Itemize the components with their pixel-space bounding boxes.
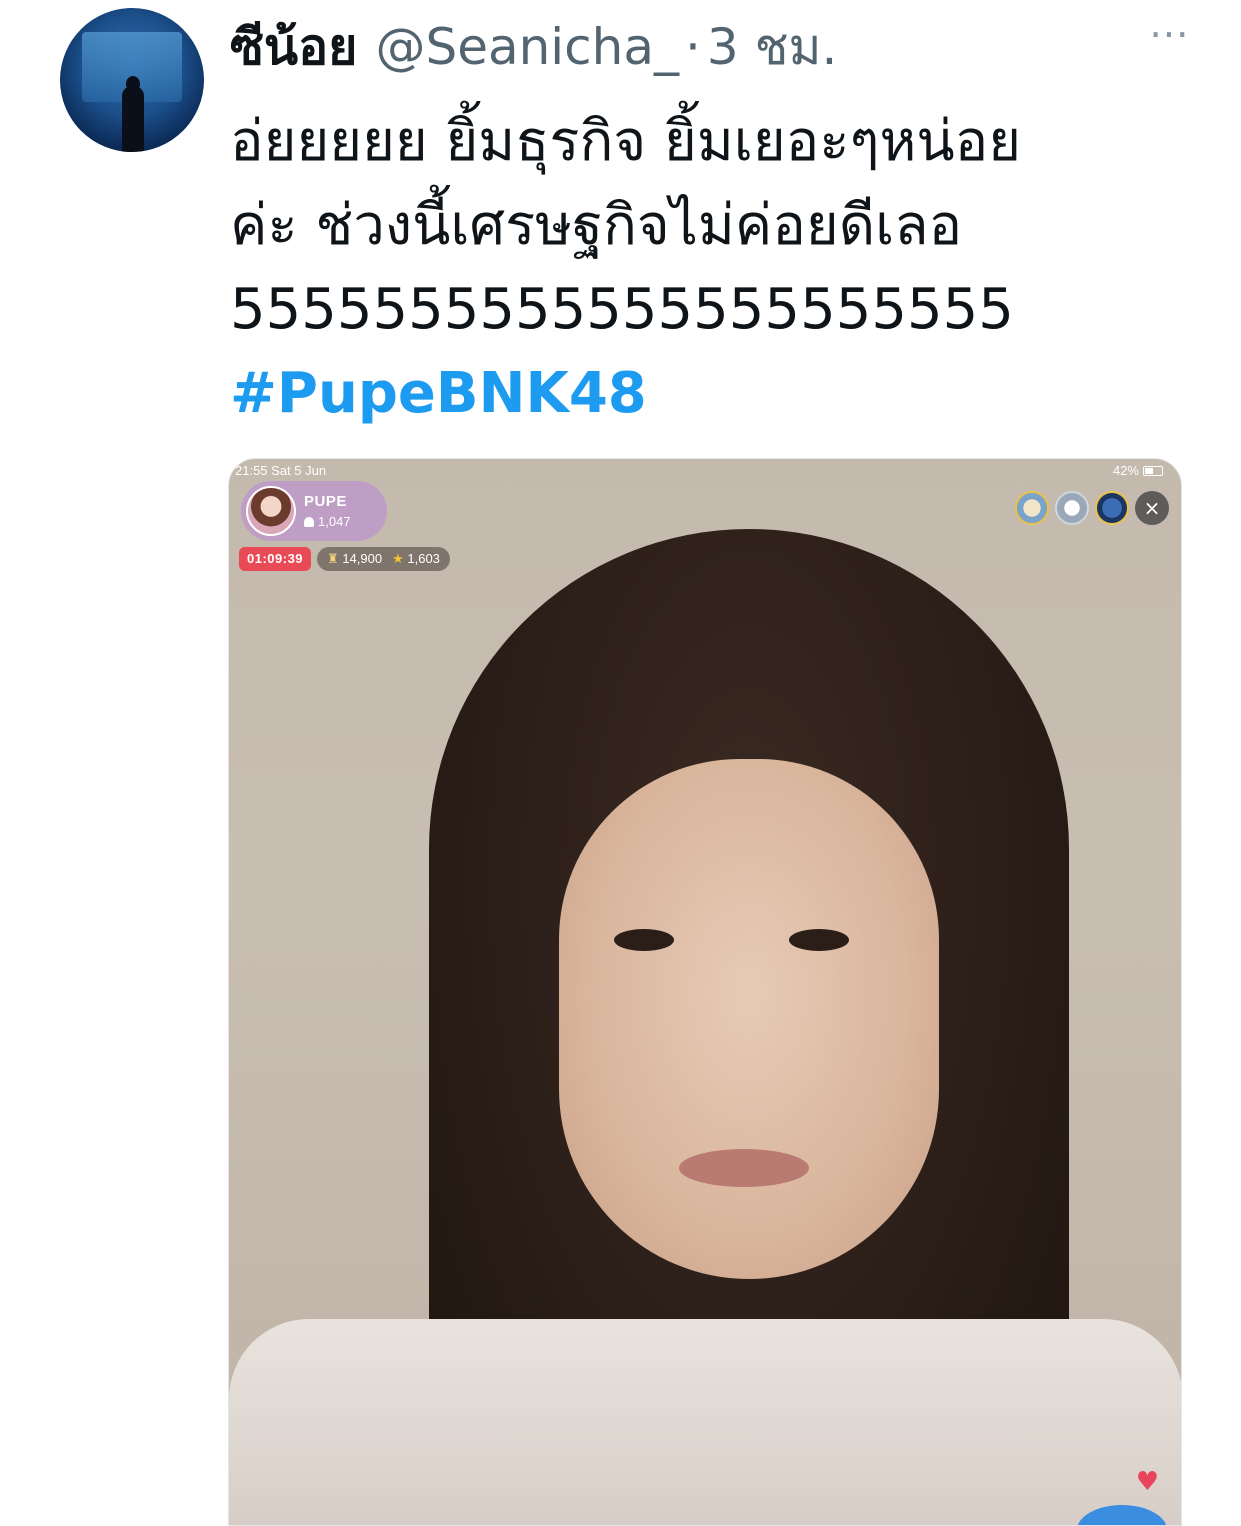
live-counts: ♜ 14,900 ★ 1,603 <box>317 547 450 571</box>
status-right: 42% <box>1113 463 1163 478</box>
photo-lips <box>679 1149 809 1187</box>
battery-percent: 42% <box>1112 463 1139 478</box>
tweet-time[interactable]: 3 ชม. <box>707 8 838 87</box>
star-count: ★ 1,603 <box>392 551 440 567</box>
photo-eye-left <box>614 929 674 951</box>
avatar-figure <box>122 86 144 152</box>
heart-icon: ♥ <box>1135 1467 1159 1497</box>
person-icon <box>304 516 314 527</box>
more-options-icon[interactable]: ⋯ <box>1149 14 1191 54</box>
display-name[interactable]: ซีน้อย <box>230 8 357 87</box>
star-count-value: 1,603 <box>407 551 440 566</box>
live-timer: 01:09:39 <box>239 547 312 571</box>
tweet-text-line: อ่ยยยยย ยิ้มธุรกิจ ยิ้มเยอะๆหน่อย <box>230 109 1022 174</box>
host-avatar <box>246 486 296 536</box>
viewer-count: 1,047 <box>304 514 351 529</box>
host-name: PUPE <box>304 493 347 510</box>
photo-shirt <box>229 1319 1181 1525</box>
gift-icon: ♜ <box>327 551 339 566</box>
tweet-media-image[interactable]: 21:55 Sat 5 Jun 42% PUPE 1,047 01:09:39 … <box>228 458 1182 1526</box>
top-viewer-badge-3 <box>1095 491 1129 525</box>
tweet-text-line: ค่ะ ช่วงนี้เศรษฐกิจไม่ค่อยดีเลอ <box>230 193 963 258</box>
user-avatar[interactable] <box>60 8 204 152</box>
user-handle[interactable]: @Seanicha_ <box>375 18 679 76</box>
live-host-pill: PUPE 1,047 <box>241 481 387 541</box>
photo-eye-right <box>789 929 849 951</box>
top-viewer-badges: × <box>1015 491 1169 525</box>
battery-icon <box>1143 465 1163 476</box>
live-stats: 01:09:39 ♜ 14,900 ★ 1,603 <box>239 547 450 571</box>
photo-face <box>559 759 939 1279</box>
tweet-text-line: 5555555555555555555555 <box>230 277 1014 342</box>
gift-count-value: 14,900 <box>342 551 383 566</box>
hashtag-link[interactable]: #PupeBNK48 <box>230 352 1190 436</box>
top-viewer-badge-2 <box>1055 491 1089 525</box>
viewer-count-value: 1,047 <box>318 514 351 529</box>
star-icon: ★ <box>392 551 404 566</box>
close-icon: × <box>1135 491 1169 525</box>
tweet-header: ซีน้อย @Seanicha_ · 3 ชม. <box>230 8 837 76</box>
top-viewer-badge-1 <box>1015 491 1049 525</box>
gift-count: ♜ 14,900 <box>327 551 382 567</box>
tweet-text: อ่ยยยยย ยิ้มธุรกิจ ยิ้มเยอะๆหน่อย ค่ะ ช่… <box>230 100 1190 436</box>
device-status-bar: 21:55 Sat 5 Jun 42% <box>235 463 1163 478</box>
host-info: PUPE 1,047 <box>304 493 351 529</box>
status-time: 21:55 Sat 5 Jun <box>235 463 327 478</box>
separator-dot: · <box>685 18 701 76</box>
